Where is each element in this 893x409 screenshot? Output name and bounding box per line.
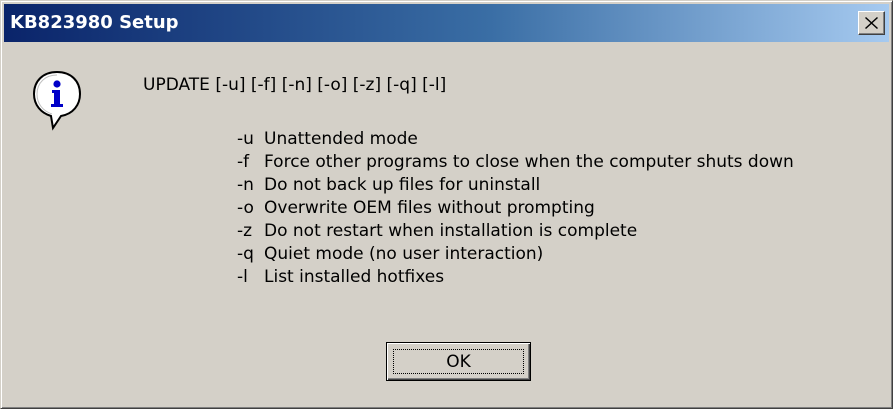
- usage-line: UPDATE [-u] [-f] [-n] [-o] [-z] [-q] [-l…: [143, 75, 447, 95]
- option-description: Quiet mode (no user interaction): [264, 244, 544, 264]
- close-button[interactable]: [858, 11, 885, 35]
- option-flag: -n: [237, 175, 254, 195]
- window-title: KB823980 Setup: [10, 12, 179, 33]
- option-flag: -u: [237, 129, 254, 149]
- option-description: Unattended mode: [264, 129, 418, 149]
- option-item: -u Unattended mode: [237, 128, 794, 151]
- ok-button-label: OK: [393, 349, 524, 374]
- option-flag: -q: [237, 244, 254, 264]
- option-item: -l List installed hotfixes: [237, 266, 794, 289]
- option-item: -o Overwrite OEM files without prompting: [237, 197, 794, 220]
- title-bar[interactable]: KB823980 Setup: [4, 4, 889, 42]
- option-description: Do not restart when installation is comp…: [264, 221, 638, 241]
- option-flag: -l: [237, 267, 248, 287]
- option-item: -z Do not restart when installation is co…: [237, 220, 794, 243]
- option-item: -q Quiet mode (no user interaction): [237, 243, 794, 266]
- info-icon: [32, 70, 82, 131]
- option-flag: -z: [237, 221, 253, 241]
- option-item: -n Do not back up files for uninstall: [237, 174, 794, 197]
- option-flag: -f: [237, 152, 250, 172]
- option-description: Do not back up files for uninstall: [264, 175, 541, 195]
- option-item: -f Force other programs to close when the…: [237, 151, 794, 174]
- ok-button[interactable]: OK: [386, 342, 531, 381]
- option-flag: -o: [237, 198, 254, 218]
- option-description: Force other programs to close when the c…: [264, 152, 794, 172]
- option-description: List installed hotfixes: [264, 267, 445, 287]
- setup-dialog: KB823980 Setup UPDATE [-u] [-f] [-n] [-o…: [0, 0, 893, 409]
- close-icon: [865, 17, 878, 29]
- option-description: Overwrite OEM files without prompting: [264, 198, 595, 218]
- options-list: -u Unattended mode -f Force other programs…: [237, 128, 794, 289]
